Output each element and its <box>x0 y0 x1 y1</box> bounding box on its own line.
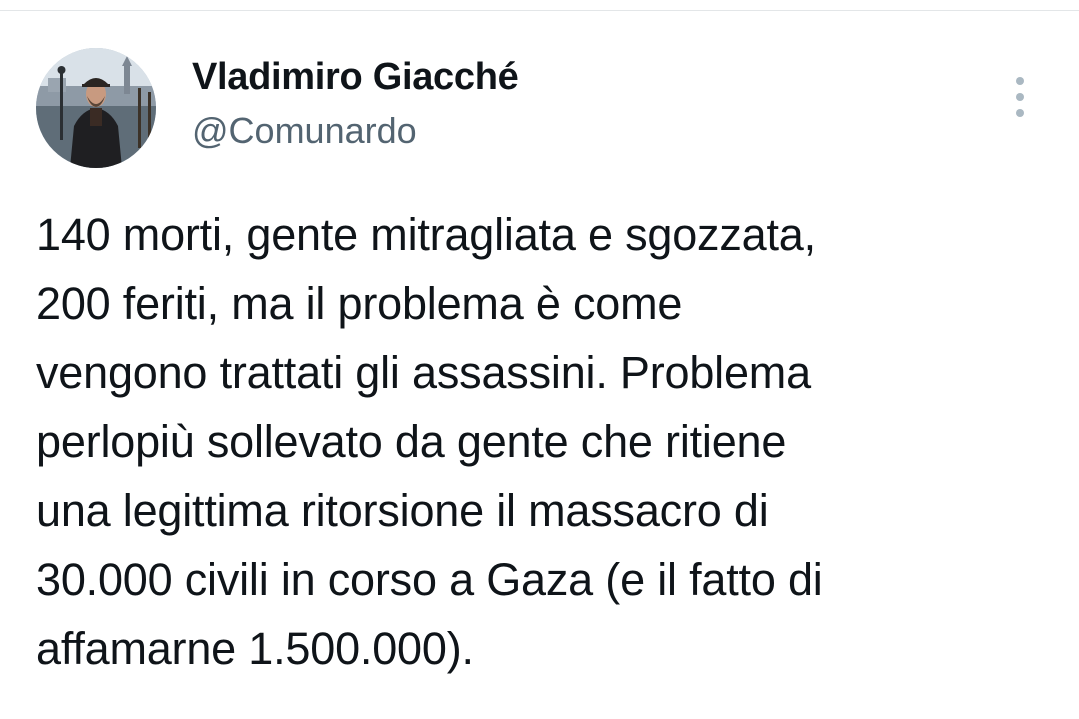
display-name[interactable]: Vladimiro Giacché <box>192 54 519 100</box>
user-avatar-photo-icon <box>36 48 156 168</box>
more-vertical-icon <box>1016 77 1024 117</box>
user-handle[interactable]: @Comunardo <box>192 108 518 154</box>
avatar[interactable] <box>36 48 156 168</box>
user-info: Vladimiro Giacché @Comunardo <box>192 54 519 154</box>
top-divider <box>0 10 1079 11</box>
tweet-card: Vladimiro Giacché @Comunardo 140 morti, … <box>0 0 1079 719</box>
tweet-text: 140 morti, gente mitragliata e sgozzata,… <box>36 209 823 674</box>
more-options-button[interactable] <box>1006 74 1034 120</box>
